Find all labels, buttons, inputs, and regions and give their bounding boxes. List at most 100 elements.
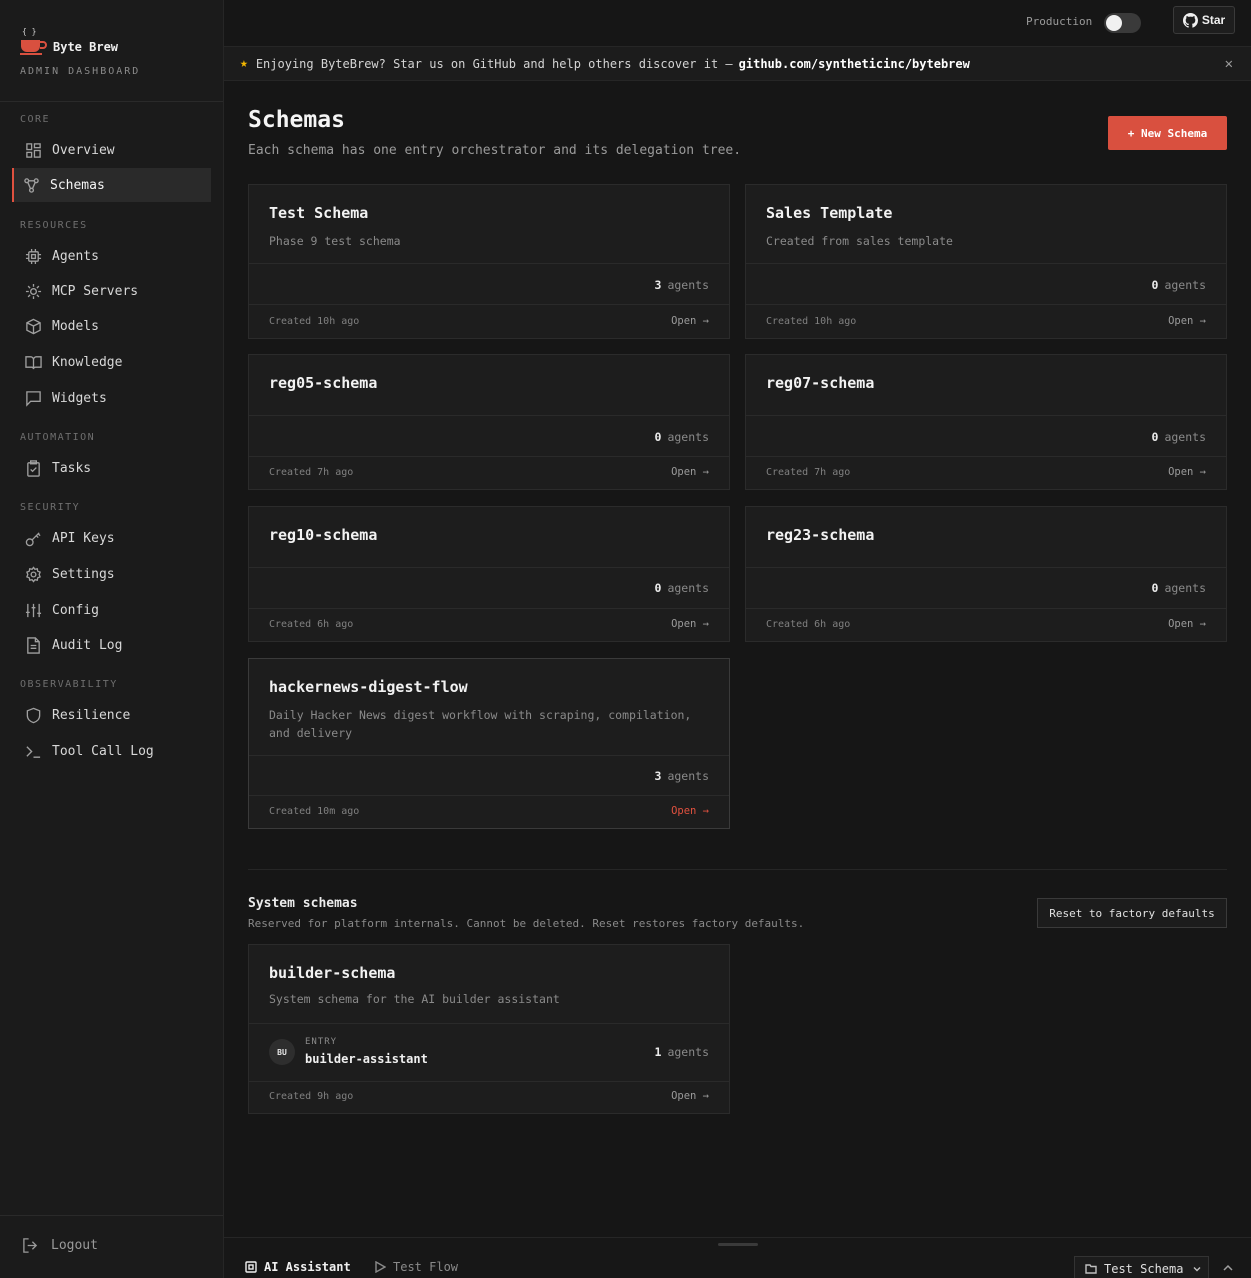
schema-description: Daily Hacker News digest workflow with s…: [269, 708, 692, 740]
key-icon: [24, 529, 42, 547]
open-link[interactable]: Open →: [1168, 618, 1206, 630]
sun-plug-icon: [24, 282, 42, 300]
schema-card[interactable]: Test Schema Phase 9 test schema 3 agents …: [248, 184, 730, 339]
brand-name: Byte Brew: [53, 40, 119, 54]
schema-card[interactable]: reg10-schema 0 agents Created 6h ago Open…: [248, 506, 730, 642]
schema-selector-value: Test Schema: [1104, 1262, 1184, 1276]
logout-label: Logout: [51, 1237, 98, 1253]
schema-name: reg07-schema: [766, 374, 875, 392]
play-icon: [375, 1261, 386, 1273]
open-link[interactable]: Open →: [671, 466, 709, 478]
section-label-core: CORE: [20, 114, 51, 125]
sidebar-item-config[interactable]: Config: [12, 593, 211, 627]
svg-text:{ }: { }: [22, 27, 36, 36]
card-divider: [249, 795, 729, 796]
schema-name: builder-schema: [269, 964, 396, 982]
schema-name: reg23-schema: [766, 526, 875, 544]
schema-card[interactable]: reg23-schema 0 agents Created 6h ago Open…: [745, 506, 1227, 642]
sidebar-item-label: Tasks: [52, 460, 92, 476]
gear-icon: [24, 565, 42, 583]
system-schemas-subtitle: Reserved for platform internals. Cannot …: [248, 917, 805, 930]
logout-icon: [23, 1237, 38, 1253]
cube-icon: [24, 317, 42, 335]
bottom-panel: AI Assistant Test Flow Test Schema: [224, 1237, 1251, 1278]
open-link[interactable]: Open →: [671, 618, 709, 630]
sidebar-item-label: Audit Log: [52, 637, 123, 653]
reset-factory-defaults-button[interactable]: Reset to factory defaults: [1037, 898, 1227, 928]
card-divider: [746, 456, 1226, 457]
environment-label: Production: [1026, 15, 1093, 28]
sidebar-item-label: Schemas: [50, 177, 105, 193]
book-open-icon: [24, 353, 42, 371]
sidebar-item-audit-log[interactable]: Audit Log: [12, 628, 211, 662]
card-divider: [746, 567, 1226, 568]
close-icon[interactable]: ✕: [1225, 56, 1233, 72]
card-divider: [249, 755, 729, 756]
sidebar-item-overview[interactable]: Overview: [12, 133, 211, 167]
shield-icon: [24, 706, 42, 724]
sidebar-item-models[interactable]: Models: [12, 309, 211, 343]
sidebar-item-settings[interactable]: Settings: [12, 557, 211, 591]
schema-card[interactable]: hackernews-digest-flow Daily Hacker News…: [248, 658, 730, 829]
open-link[interactable]: Open →: [671, 1090, 709, 1102]
expand-panel-button[interactable]: [1221, 1260, 1235, 1274]
card-divider: [249, 415, 729, 416]
production-toggle[interactable]: [1104, 13, 1141, 33]
tab-label: Test Flow: [393, 1260, 459, 1274]
tab-test-flow[interactable]: Test Flow: [374, 1260, 458, 1274]
open-link[interactable]: Open →: [671, 315, 709, 327]
sidebar-item-tasks[interactable]: Tasks: [12, 451, 211, 485]
sidebar-item-agents[interactable]: Agents: [12, 239, 211, 273]
schema-card[interactable]: reg05-schema 0 agents Created 7h ago Open…: [248, 354, 730, 490]
resize-handle[interactable]: [718, 1243, 758, 1246]
star-icon: ★: [240, 56, 248, 71]
github-banner: ★ Enjoying ByteBrew? Star us on GitHub a…: [224, 46, 1251, 81]
agent-count: 0 agents: [1151, 278, 1206, 292]
card-divider: [249, 567, 729, 568]
page-title: Schemas: [248, 107, 345, 133]
schema-name: reg10-schema: [269, 526, 378, 544]
chevron-up-icon: [1223, 1264, 1233, 1271]
schema-description: System schema for the AI builder assista…: [269, 992, 560, 1006]
open-link[interactable]: Open →: [1168, 315, 1206, 327]
sidebar-item-label: Settings: [52, 566, 115, 582]
sidebar-item-api-keys[interactable]: API Keys: [12, 521, 211, 555]
system-schemas-title: System schemas: [248, 896, 358, 911]
open-link[interactable]: Open →: [1168, 466, 1206, 478]
sidebar-item-label: Resilience: [52, 707, 131, 723]
sidebar-item-knowledge[interactable]: Knowledge: [12, 345, 211, 379]
system-schema-card[interactable]: builder-schema System schema for the AI …: [248, 944, 730, 1114]
card-divider: [746, 263, 1226, 264]
sidebar-divider: [0, 1215, 223, 1216]
section-label-security: SECURITY: [20, 502, 81, 513]
schema-card[interactable]: reg07-schema 0 agents Created 7h ago Open…: [745, 354, 1227, 490]
agent-count: 0 agents: [1151, 581, 1206, 595]
created-time: Created 10m ago: [269, 806, 360, 817]
logout-button[interactable]: Logout: [12, 1228, 211, 1262]
schema-selector[interactable]: Test Schema: [1074, 1256, 1209, 1278]
sidebar-item-resilience[interactable]: Resilience: [12, 698, 211, 732]
schema-card[interactable]: Sales Template Created from sales templa…: [745, 184, 1227, 339]
schema-name: hackernews-digest-flow: [269, 678, 468, 696]
agent-count: 3 agents: [654, 278, 709, 292]
brand-subtitle: ADMIN DASHBOARD: [20, 66, 141, 77]
open-link[interactable]: Open →: [671, 805, 709, 817]
agent-count: 0 agents: [654, 581, 709, 595]
schema-name: Test Schema: [269, 204, 369, 222]
banner-github-link[interactable]: github.com/syntheticinc/bytebrew: [739, 57, 970, 71]
app-root: { } Byte Brew ADMIN DASHBOARD CORE Overv…: [0, 0, 1251, 1278]
sidebar-item-schemas[interactable]: Schemas: [12, 168, 211, 202]
tab-ai-assistant[interactable]: AI Assistant: [245, 1260, 351, 1274]
entry-agent-name: builder-assistant: [305, 1052, 428, 1066]
sidebar-item-tool-call-log[interactable]: Tool Call Log: [12, 734, 211, 768]
new-schema-button[interactable]: + New Schema: [1108, 116, 1227, 150]
agent-count: 3 agents: [654, 769, 709, 783]
sidebar-item-label: Widgets: [52, 390, 107, 406]
chevron-down-icon: [1193, 1267, 1201, 1272]
tab-label: AI Assistant: [264, 1260, 351, 1274]
flow-tree-icon: [22, 176, 40, 194]
sidebar-item-widgets[interactable]: Widgets: [12, 381, 211, 415]
sidebar-divider: [0, 101, 223, 102]
github-star-button[interactable]: Star: [1173, 6, 1235, 34]
sidebar-item-mcp-servers[interactable]: MCP Servers: [12, 274, 211, 308]
